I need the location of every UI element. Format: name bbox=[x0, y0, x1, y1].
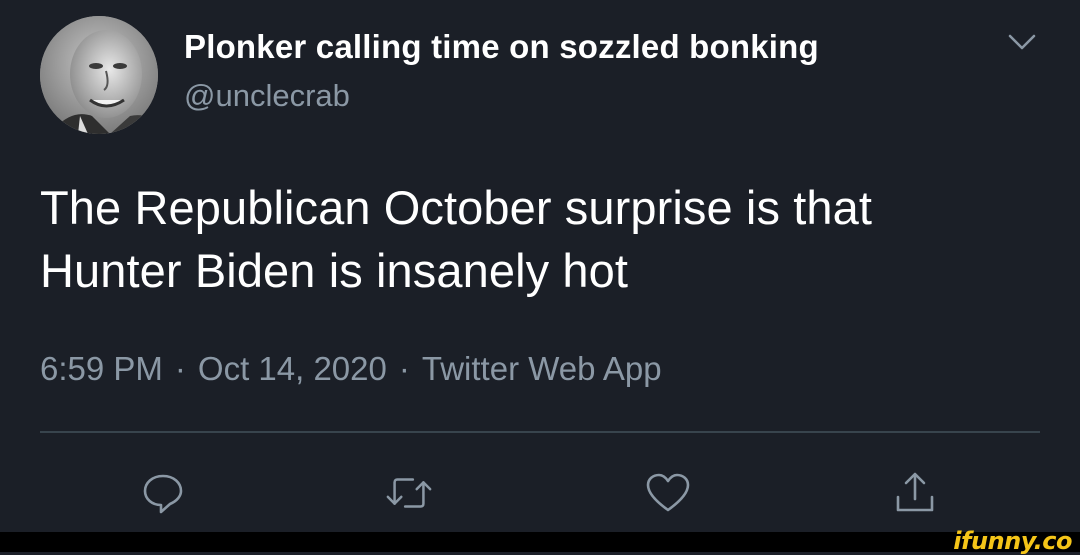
tweet-date[interactable]: Oct 14, 2020 bbox=[198, 350, 387, 387]
tweet-text-line: Hunter Biden is insanely hot bbox=[40, 244, 629, 297]
heart-icon bbox=[646, 473, 690, 512]
footer-bar bbox=[0, 532, 1080, 552]
user-handle[interactable]: @unclecrab bbox=[184, 78, 350, 114]
share-upload-icon bbox=[896, 472, 934, 512]
reply-button[interactable] bbox=[138, 468, 188, 518]
like-button[interactable] bbox=[643, 468, 693, 518]
watermark-logo: ifunny.co bbox=[953, 527, 1072, 555]
chevron-down-icon[interactable] bbox=[1004, 30, 1040, 56]
retweet-button[interactable] bbox=[384, 468, 434, 518]
tweet-source[interactable]: Twitter Web App bbox=[422, 350, 662, 387]
tweet-card: Plonker calling time on sozzled bonking … bbox=[0, 0, 1080, 532]
meta-separator: · bbox=[174, 350, 186, 387]
avatar[interactable] bbox=[40, 16, 158, 134]
share-button[interactable] bbox=[890, 468, 940, 518]
reply-bubble-icon bbox=[143, 474, 183, 514]
divider bbox=[40, 431, 1040, 433]
meta-separator: · bbox=[398, 350, 410, 387]
display-name[interactable]: Plonker calling time on sozzled bonking bbox=[184, 28, 819, 66]
tweet-time[interactable]: 6:59 PM bbox=[40, 350, 163, 387]
tweet-text-line: The Republican October surprise is that bbox=[40, 181, 873, 234]
tweet-text: The Republican October surprise is that … bbox=[40, 176, 1040, 302]
retweet-icon bbox=[386, 478, 432, 508]
tweet-metadata: 6:59 PM · Oct 14, 2020 · Twitter Web App bbox=[40, 350, 662, 388]
avatar-image bbox=[40, 16, 158, 134]
